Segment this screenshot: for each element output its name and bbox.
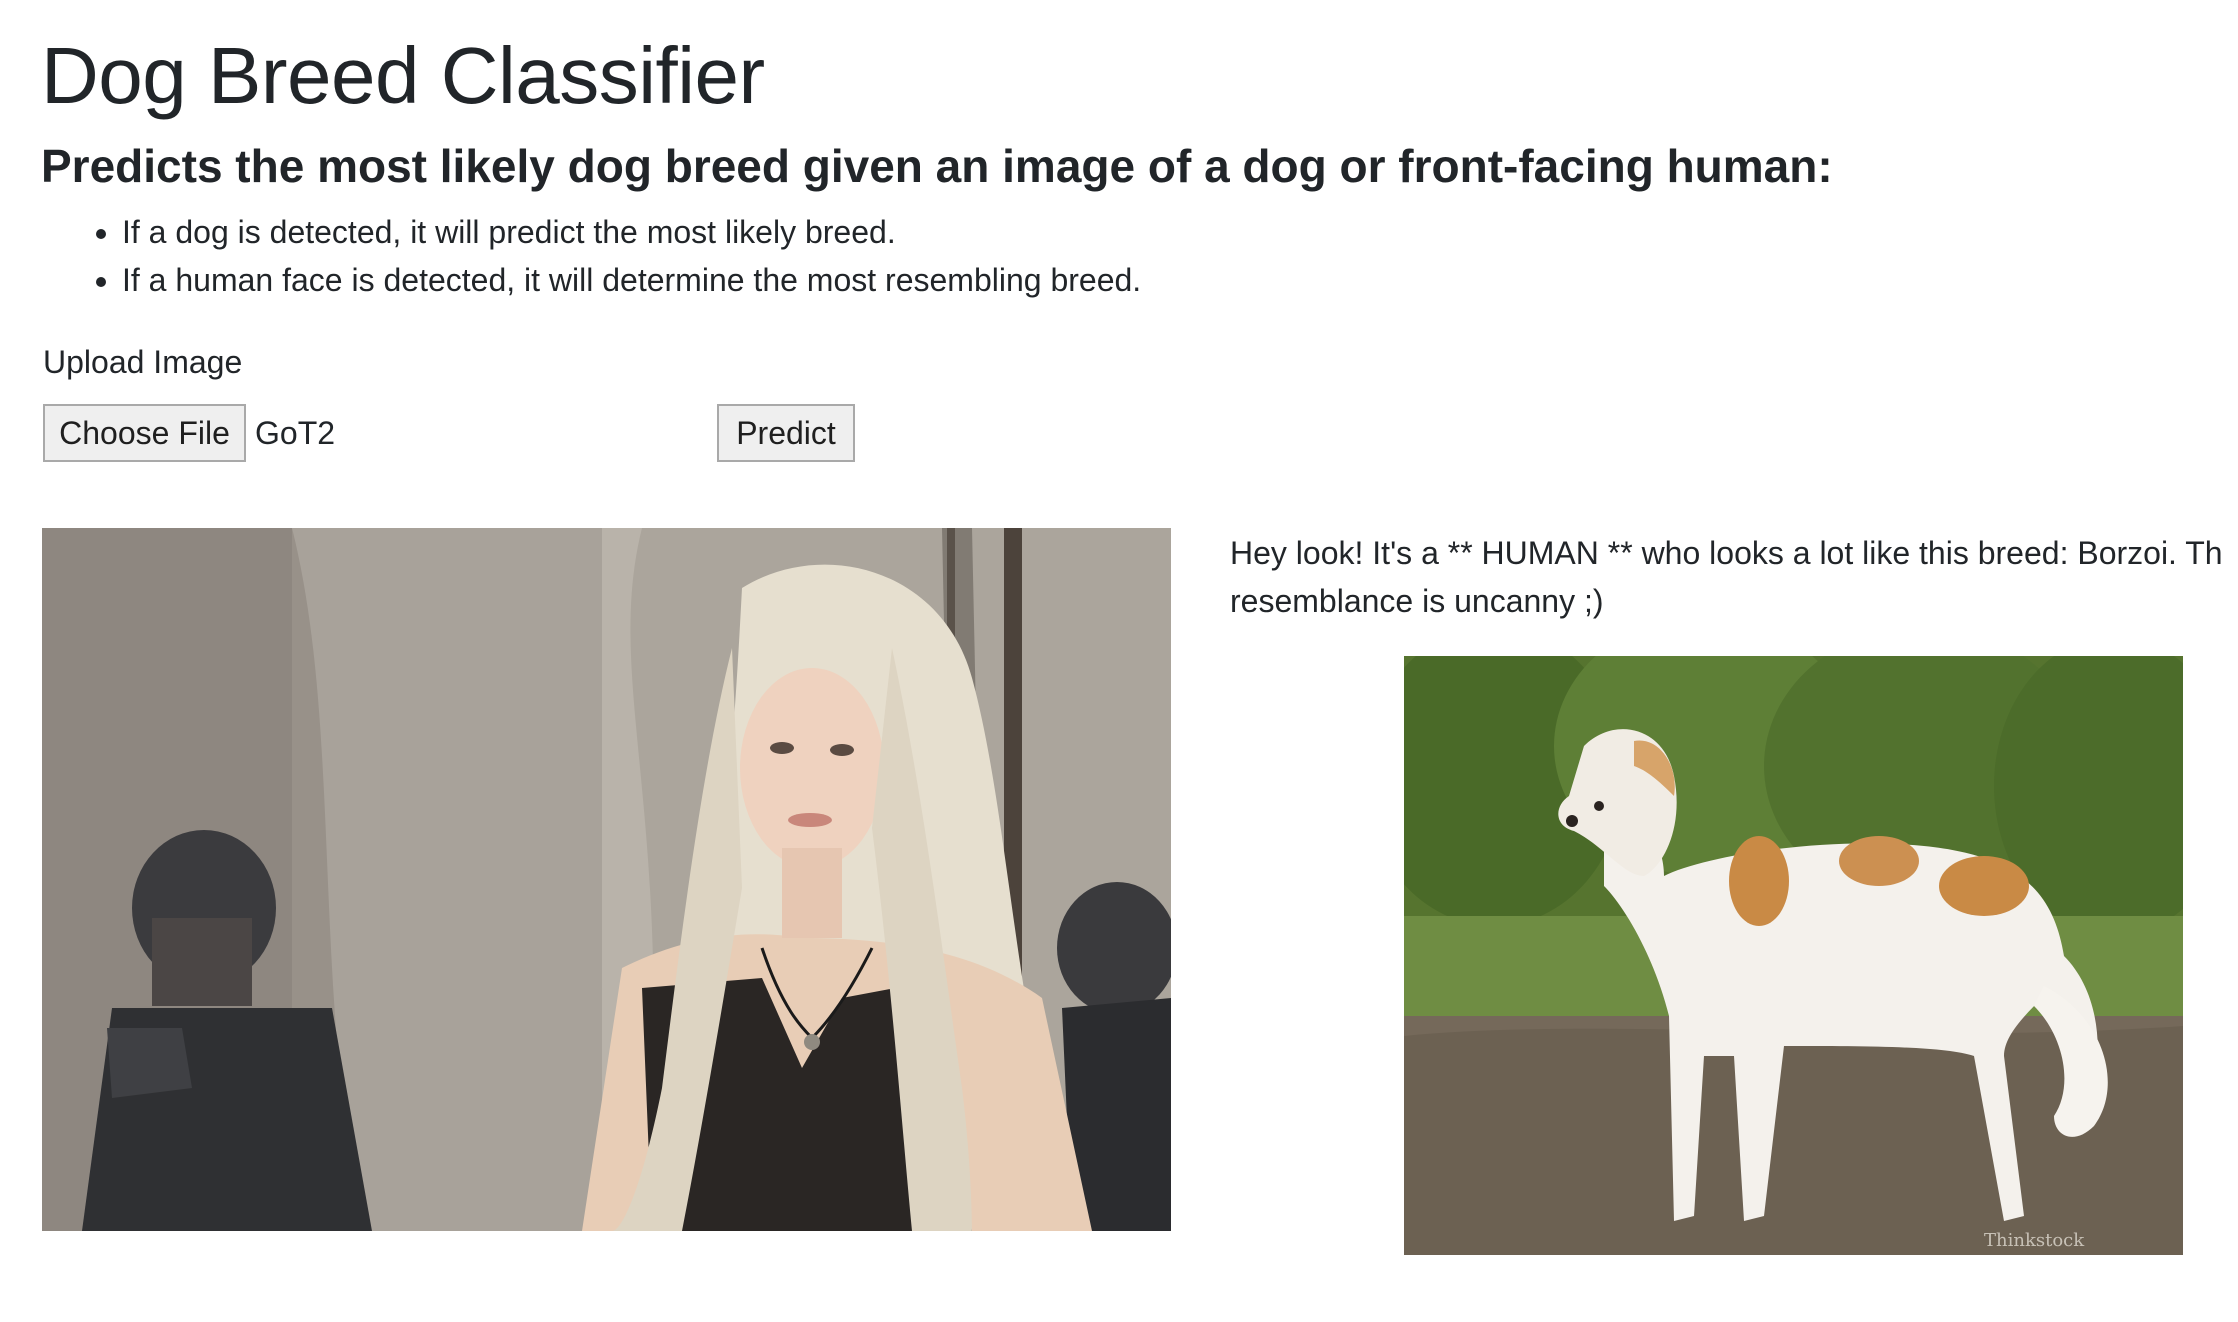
choose-file-button[interactable]: Choose File xyxy=(43,404,246,462)
list-item: If a human face is detected, it will det… xyxy=(122,256,1141,304)
list-item: If a dog is detected, it will predict th… xyxy=(122,208,1141,256)
predict-button[interactable]: Predict xyxy=(717,404,855,462)
description-list: If a dog is detected, it will predict th… xyxy=(41,208,1141,304)
prediction-result-line: resemblance is uncanny ;) xyxy=(1230,583,1604,619)
page-title: Dog Breed Classifier xyxy=(41,31,765,120)
page-subtitle: Predicts the most likely dog breed given… xyxy=(41,140,1833,192)
prediction-result-text: Hey look! It's a ** HUMAN ** who looks a… xyxy=(1230,529,2238,625)
prediction-result-line: Hey look! It's a ** HUMAN ** who looks a… xyxy=(1230,535,2223,571)
uploaded-image xyxy=(42,528,1171,1231)
watermark-text: Thinkstock xyxy=(1984,1230,2085,1251)
selected-file-name: GoT2 xyxy=(255,415,336,451)
page: Dog Breed Classifier Predicts the most l… xyxy=(0,0,2238,1322)
breed-sample-image: Thinkstock xyxy=(1404,656,2183,1255)
upload-image-label: Upload Image xyxy=(43,344,243,380)
